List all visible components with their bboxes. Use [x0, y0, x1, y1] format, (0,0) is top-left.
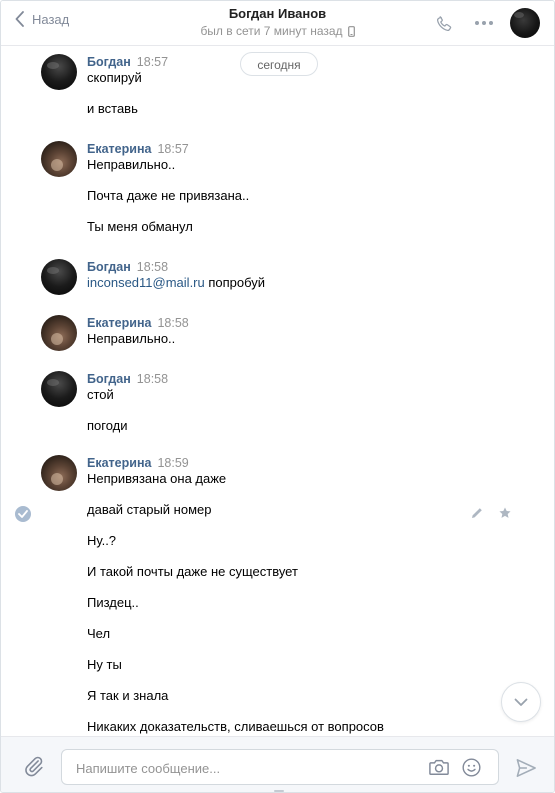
select-message-checkbox[interactable] — [15, 506, 31, 522]
attach-button[interactable] — [23, 755, 45, 780]
message-meta: Богдан 18:57 — [87, 55, 168, 69]
sender-name[interactable]: Богдан — [87, 260, 131, 274]
more-button[interactable] — [470, 9, 498, 37]
chat-window: Назад Богдан Иванов был в сети 7 минут н… — [0, 0, 555, 793]
scroll-down-button[interactable] — [501, 682, 541, 722]
send-button[interactable] — [515, 758, 537, 781]
avatar[interactable] — [41, 455, 77, 491]
message-group: Богдан 18:57 скопируй и вставь — [41, 49, 554, 124]
message-meta: Екатерина 18:59 — [87, 456, 189, 470]
message-text: Чел — [87, 626, 111, 641]
message-text: Ну ты — [87, 657, 122, 672]
sender-name[interactable]: Богдан — [87, 55, 131, 69]
message-meta: Екатерина 18:57 — [87, 142, 189, 156]
camera-button[interactable] — [428, 757, 450, 780]
check-circle-icon — [18, 510, 28, 518]
message-group: Богдан 18:58 стой погоди — [41, 366, 554, 446]
message-text: и вставь — [87, 101, 138, 116]
smile-icon — [462, 758, 481, 777]
message-group: Екатерина 18:58 Неправильно.. — [41, 310, 554, 356]
online-status-text: был в сети 7 минут назад — [200, 24, 343, 38]
chevron-down-icon — [514, 698, 528, 706]
message-history[interactable]: сегодня Богдан 18:57 скопируй и вставь Ек… — [1, 46, 554, 736]
chat-header: Назад Богдан Иванов был в сети 7 минут н… — [1, 1, 554, 46]
message-text: стой — [87, 387, 114, 402]
message-group: Екатерина 18:59 Непривязана она даже дава… — [41, 450, 554, 736]
star-icon[interactable] — [498, 506, 512, 520]
back-button[interactable]: Назад — [15, 11, 69, 27]
message-text: Пиздец.. — [87, 595, 139, 610]
avatar[interactable] — [41, 54, 77, 90]
message-text: погоди — [87, 418, 128, 433]
contact-avatar[interactable] — [510, 8, 540, 38]
more-icon — [475, 21, 493, 25]
message-time[interactable]: 18:58 — [137, 372, 168, 386]
message-text: скопируй — [87, 70, 142, 85]
message-actions — [470, 506, 512, 520]
message-time[interactable]: 18:57 — [157, 142, 188, 156]
phone-icon — [436, 15, 451, 31]
message-text-tail: попробуй — [208, 275, 266, 290]
avatar[interactable] — [41, 259, 77, 295]
message-text: Почта даже не привязана.. — [87, 188, 250, 203]
paperclip-icon — [25, 756, 43, 777]
message-input-wrapper — [61, 749, 499, 786]
message-meta: Богдан 18:58 — [87, 372, 168, 386]
header-actions — [430, 1, 554, 45]
sender-name[interactable]: Екатерина — [87, 316, 151, 330]
avatar[interactable] — [41, 371, 77, 407]
message-time[interactable]: 18:58 — [137, 260, 168, 274]
sender-name[interactable]: Екатерина — [87, 142, 151, 156]
mobile-icon — [347, 25, 355, 37]
send-icon — [516, 759, 536, 777]
message-text: Неправильно.. — [87, 331, 176, 346]
message-composer — [1, 736, 554, 792]
chevron-left-icon — [15, 11, 24, 27]
edit-icon[interactable] — [470, 506, 484, 520]
message-text: inconsed11@mail.ru попробуй — [87, 275, 265, 291]
resize-handle[interactable] — [274, 790, 284, 792]
avatar[interactable] — [41, 315, 77, 351]
message-time[interactable]: 18:59 — [157, 456, 188, 470]
contact-name[interactable]: Богдан Иванов — [229, 6, 326, 21]
message-group: Богдан 18:58 inconsed11@mail.ru попробуй — [41, 254, 554, 300]
message-text: Я так и знала — [87, 688, 169, 703]
emoji-button[interactable] — [461, 757, 482, 781]
message-input[interactable] — [74, 750, 408, 786]
message-text: Неправильно.. — [87, 157, 176, 172]
message-meta: Богдан 18:58 — [87, 260, 168, 274]
message-text: Непривязана она даже — [87, 471, 227, 486]
message-meta: Екатерина 18:58 — [87, 316, 189, 330]
message-group: Екатерина 18:57 Неправильно.. Почта даже … — [41, 136, 554, 246]
avatar[interactable] — [41, 141, 77, 177]
online-status: был в сети 7 минут назад — [200, 24, 355, 38]
sender-name[interactable]: Екатерина — [87, 456, 151, 470]
message-text: И такой почты даже не существует — [87, 564, 298, 579]
email-link[interactable]: inconsed11@mail.ru — [87, 275, 205, 290]
back-label: Назад — [32, 11, 70, 27]
message-text: Ну..? — [87, 533, 117, 548]
message-time[interactable]: 18:58 — [157, 316, 188, 330]
sender-name[interactable]: Богдан — [87, 372, 131, 386]
message-text-selected[interactable]: давай старый номер — [87, 502, 211, 518]
message-text: Никаких доказательств, сливаешься от воп… — [87, 719, 384, 734]
call-button[interactable] — [430, 9, 458, 37]
message-text: Ты меня обманул — [87, 219, 193, 234]
message-time[interactable]: 18:57 — [137, 55, 168, 69]
camera-icon — [429, 759, 449, 775]
